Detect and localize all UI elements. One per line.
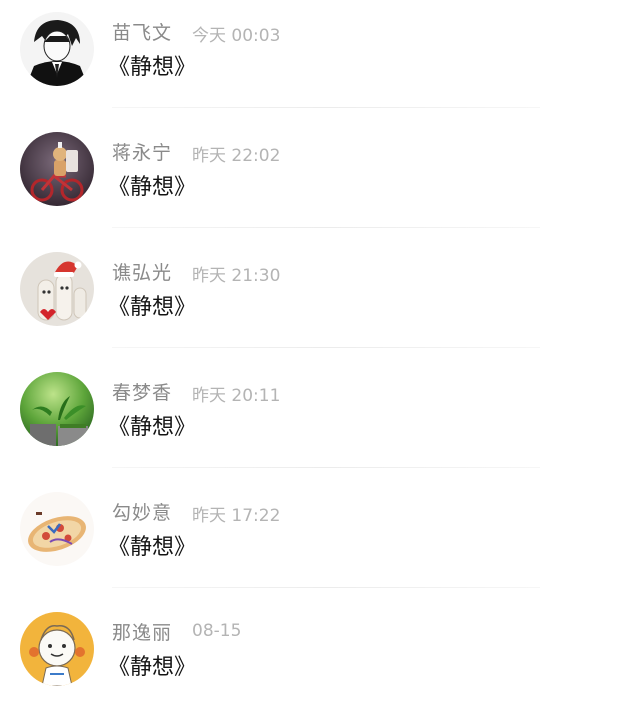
sender-name: 勾妙意 [112, 502, 173, 524]
list-item[interactable]: 那逸丽 08-15 《静想》 [0, 600, 640, 720]
message-time: 昨天 22:02 [192, 146, 281, 166]
divider [112, 587, 540, 588]
list-item[interactable]: 春梦香 昨天 20:11 《静想》 [0, 360, 640, 480]
bicycle-toy-avatar[interactable] [20, 132, 94, 206]
list-item[interactable]: 勾妙意 昨天 17:22 《静想》 [0, 480, 640, 600]
message-time: 昨天 17:22 [192, 506, 281, 526]
sender-name: 苗飞文 [112, 22, 173, 44]
finger-puppets-avatar[interactable] [20, 252, 94, 326]
message-text: 《静想》 [108, 415, 197, 440]
green-plant-avatar[interactable] [20, 372, 94, 446]
message-text: 《静想》 [108, 655, 197, 680]
pizza-avatar[interactable] [20, 492, 94, 566]
sender-name: 谯弘光 [112, 262, 173, 284]
message-text: 《静想》 [108, 295, 197, 320]
message-time: 08-15 [192, 621, 242, 641]
divider [112, 107, 540, 108]
message-text: 《静想》 [108, 535, 197, 560]
message-time: 今天 00:03 [192, 26, 281, 46]
divider [112, 227, 540, 228]
sender-name: 春梦香 [112, 382, 173, 404]
sender-name: 蒋永宁 [112, 142, 173, 164]
divider [112, 467, 540, 468]
list-item[interactable]: 谯弘光 昨天 21:30 《静想》 [0, 240, 640, 360]
message-text: 《静想》 [108, 175, 197, 200]
message-time: 昨天 20:11 [192, 386, 281, 406]
cartoon-character-avatar[interactable] [20, 612, 94, 686]
sender-name: 那逸丽 [112, 622, 173, 644]
list-item[interactable]: 蒋永宁 昨天 22:02 《静想》 [0, 120, 640, 240]
message-text: 《静想》 [108, 55, 197, 80]
divider [112, 347, 540, 348]
message-list: 苗飞文 今天 00:03 《静想》 蒋永宁 昨天 22:02 《静想》 谯弘光 … [0, 0, 640, 710]
anime-boy-avatar[interactable] [20, 12, 94, 86]
message-time: 昨天 21:30 [192, 266, 281, 286]
list-item[interactable]: 苗飞文 今天 00:03 《静想》 [0, 0, 640, 120]
